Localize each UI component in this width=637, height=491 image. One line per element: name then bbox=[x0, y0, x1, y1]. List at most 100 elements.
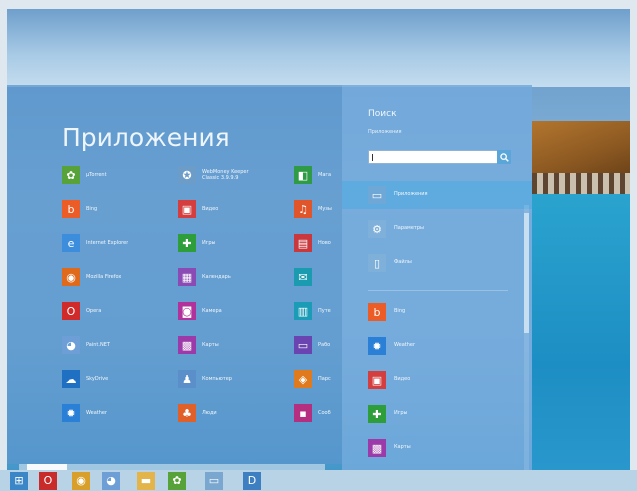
app-tile[interactable]: ✉ bbox=[294, 267, 318, 287]
search-input[interactable] bbox=[368, 150, 508, 164]
video-icon: ▣ bbox=[178, 200, 196, 218]
app-label: Видео bbox=[202, 206, 219, 212]
search-result-label: Видео bbox=[394, 376, 411, 382]
app-tile[interactable]: ◧ Мага bbox=[294, 165, 331, 185]
store-icon: ◧ bbox=[294, 166, 312, 184]
search-result-label: Карты bbox=[394, 444, 411, 450]
paint-net-icon: ◕ bbox=[102, 471, 120, 490]
search-category-label: Параметры bbox=[394, 225, 424, 231]
app-tile[interactable]: ✹ Weather bbox=[62, 403, 107, 423]
app-tile[interactable]: ✿ µTorrent bbox=[62, 165, 107, 185]
search-category[interactable]: ▭ Приложения bbox=[342, 181, 532, 209]
app-label: Парс bbox=[318, 376, 331, 382]
music-icon: ♫ bbox=[294, 200, 312, 218]
search-scope-label: Приложения bbox=[368, 129, 402, 135]
app-tile[interactable]: b Bing bbox=[62, 199, 97, 219]
app-tile[interactable]: ▤ Ново bbox=[294, 233, 331, 253]
search-title: Поиск bbox=[368, 109, 397, 119]
search-button[interactable] bbox=[497, 150, 511, 164]
bing-icon: b bbox=[62, 200, 80, 218]
app-label: Игры bbox=[202, 240, 216, 246]
games-icon: ✚ bbox=[368, 405, 386, 423]
taskbar-button[interactable]: ✿ bbox=[168, 471, 186, 490]
search-result[interactable]: ▣ Видео bbox=[342, 366, 532, 394]
app-tile[interactable]: e Internet Explorer bbox=[62, 233, 128, 253]
taskbar-button[interactable]: ◉ bbox=[72, 471, 90, 490]
bungalow-posts bbox=[532, 173, 630, 195]
bing-icon: b bbox=[368, 303, 386, 321]
app-tile[interactable]: ▭ Рабо bbox=[294, 335, 330, 355]
computer-icon: ♟ bbox=[178, 370, 196, 388]
search-result-label: Игры bbox=[394, 410, 408, 416]
weather-icon: ✹ bbox=[62, 404, 80, 422]
app-tile[interactable]: ♫ Музы bbox=[294, 199, 332, 219]
app-tile[interactable]: ◈ Парс bbox=[294, 369, 331, 389]
internet-explorer-icon: e bbox=[62, 234, 80, 252]
app-label: Музы bbox=[318, 206, 332, 212]
chrome-icon: ◉ bbox=[72, 471, 90, 490]
app-tile[interactable]: ◉ Mozilla Firefox bbox=[62, 267, 121, 287]
app-tile[interactable]: ▩ Карты bbox=[178, 335, 219, 355]
monitor-icon: ▭ bbox=[205, 471, 223, 490]
app-label: Путе bbox=[318, 308, 331, 314]
app-tile[interactable]: ✪ WebMoney Keeper Classic 3.9.9.9 bbox=[178, 165, 264, 185]
search-category[interactable]: ▯ Файлы bbox=[342, 249, 532, 277]
app-label: Paint.NET bbox=[86, 342, 110, 348]
app-label: Компьютер bbox=[202, 376, 232, 382]
search-category[interactable]: ⚙ Параметры bbox=[342, 215, 532, 243]
video-icon: ▣ bbox=[368, 371, 386, 389]
messaging-icon: ▪ bbox=[294, 404, 312, 422]
search-result[interactable]: ▩ Карты bbox=[342, 434, 532, 462]
app-label: Рабо bbox=[318, 342, 331, 348]
utorrent-icon: ✿ bbox=[62, 166, 80, 184]
app-tile[interactable]: ◙ Камера bbox=[178, 301, 222, 321]
search-scrollbar-thumb[interactable] bbox=[524, 213, 529, 333]
app-label: Weather bbox=[86, 410, 108, 416]
maps-icon: ▩ bbox=[178, 336, 196, 354]
search-result-label: Bing bbox=[394, 308, 406, 314]
apps-panel: Приложения ✿ µTorrent b Bing e Internet Explo… bbox=[7, 85, 342, 464]
taskbar bbox=[0, 470, 637, 491]
app-label: Bing bbox=[86, 206, 98, 212]
news-icon: ▤ bbox=[294, 234, 312, 252]
settings-category-icon: ⚙ bbox=[368, 220, 386, 238]
app-tile[interactable]: ▪ Сооб bbox=[294, 403, 331, 423]
search-category-label: Файлы bbox=[394, 259, 412, 265]
taskbar-button[interactable]: D bbox=[243, 471, 261, 490]
app-tile[interactable]: ▥ Путе bbox=[294, 301, 331, 321]
app-tile[interactable]: ▦ Календарь bbox=[178, 267, 231, 287]
sky-background bbox=[7, 9, 630, 87]
finance-icon: ◈ bbox=[294, 370, 312, 388]
app-tile[interactable]: ◕ Paint.NET bbox=[62, 335, 110, 355]
app-label: Mozilla Firefox bbox=[86, 274, 122, 280]
app-tile[interactable]: ▣ Видео bbox=[178, 199, 218, 219]
app-label: Календарь bbox=[202, 274, 231, 280]
search-result[interactable]: ✹ Weather bbox=[342, 332, 532, 360]
taskbar-button[interactable]: O bbox=[39, 471, 57, 490]
app-tile[interactable]: ♣ Люди bbox=[178, 403, 217, 423]
travel-icon: ▥ bbox=[294, 302, 312, 320]
apps-title: Приложения bbox=[62, 123, 230, 152]
app-label: Мага bbox=[318, 172, 332, 178]
taskbar-button[interactable]: ▬ bbox=[137, 471, 155, 490]
app-tile[interactable]: O Opera bbox=[62, 301, 101, 321]
start-icon: ⊞ bbox=[10, 471, 28, 490]
taskbar-button[interactable]: ▭ bbox=[205, 471, 223, 490]
people-icon: ♣ bbox=[178, 404, 196, 422]
search-result[interactable]: b Bing bbox=[342, 298, 532, 326]
app-tile[interactable]: ♟ Компьютер bbox=[178, 369, 232, 389]
app-label: µTorrent bbox=[86, 172, 107, 178]
search-icon bbox=[499, 152, 509, 162]
files-category-icon: ▯ bbox=[368, 254, 386, 272]
taskbar-button[interactable]: ⊞ bbox=[10, 471, 28, 490]
app-tile[interactable]: ✚ Игры bbox=[178, 233, 216, 253]
app-label: WebMoney Keeper Classic 3.9.9.9 bbox=[202, 169, 249, 181]
app-tile[interactable]: ☁ SkyDrive bbox=[62, 369, 108, 389]
desktop-background: Приложения ✿ µTorrent b Bing e Internet Explo… bbox=[7, 9, 630, 479]
taskbar-button[interactable]: ◕ bbox=[102, 471, 120, 490]
mail-icon: ✉ bbox=[294, 268, 312, 286]
search-result[interactable]: ✚ Игры bbox=[342, 400, 532, 428]
skydrive-icon: ☁ bbox=[62, 370, 80, 388]
app-label: Internet Explorer bbox=[86, 240, 129, 246]
calendar-icon: ▦ bbox=[178, 268, 196, 286]
